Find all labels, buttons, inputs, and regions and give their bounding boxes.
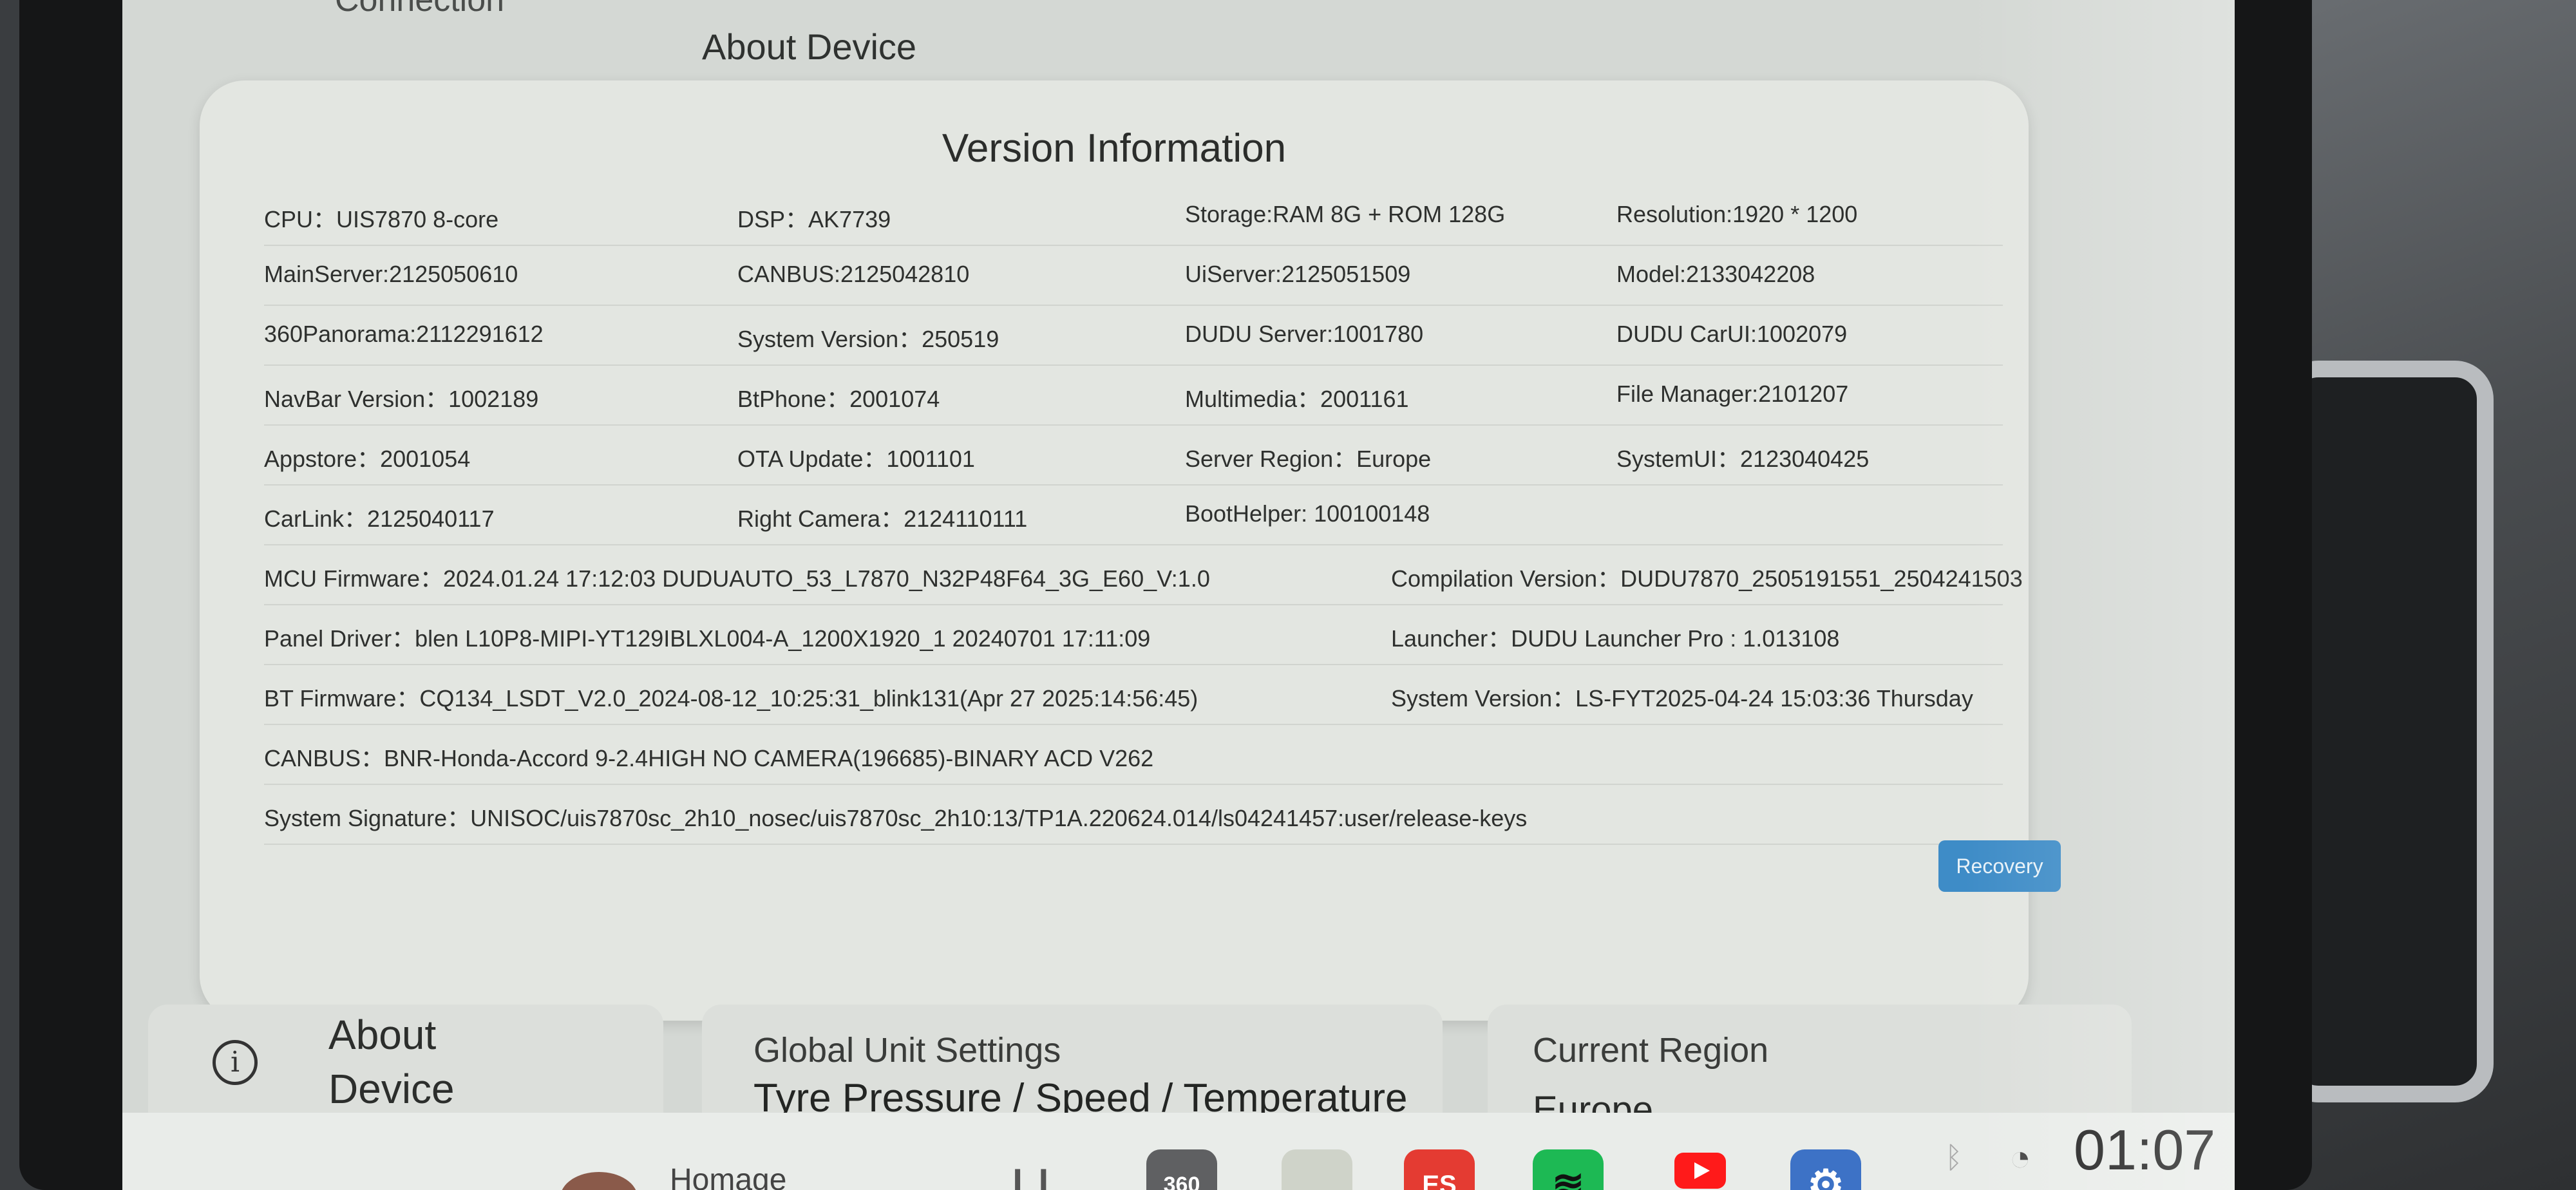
version-item: 360Panorama:2112291612 (264, 321, 544, 347)
head-unit-screen: Connection About Device Version Informat… (122, 0, 2235, 1190)
version-item: DUDU Server:1001780 (1185, 321, 1424, 347)
version-information-panel: Version Information CPU：UIS7870 8-core DS… (200, 80, 2061, 1021)
version-item: Appstore：2001054 (264, 446, 471, 472)
version-item: CANBUS:2125042810 (737, 261, 970, 287)
es-app-icon[interactable]: ES (1404, 1149, 1475, 1190)
version-row: MainServer:2125050610 CANBUS:2125042810 Ui… (264, 247, 2003, 306)
version-row: CPU：UIS7870 8-core DSP：AK7739 Storage:RAM … (264, 187, 2003, 246)
homage-label[interactable]: Homage (670, 1162, 786, 1190)
version-item: System Version：LS-FYT2025-04-24 15:03:36… (1391, 685, 1973, 712)
version-item: Right Camera：2124110111 (737, 505, 1028, 532)
version-item: DSP：AK7739 (737, 206, 891, 232)
version-item: UiServer:2125051509 (1185, 261, 1411, 287)
version-item: DUDU CarUI:1002079 (1616, 321, 1848, 347)
version-item: System Signature：UNISOC/uis7870sc_2h10_n… (264, 805, 1528, 831)
version-row: NavBar Version：1002189 BtPhone：2001074 Mul… (264, 366, 2003, 426)
version-item: Model:2133042208 (1616, 261, 1815, 287)
version-item: NavBar Version：1002189 (264, 386, 539, 412)
version-row-wide: CANBUS：BNR-Honda-Accord 9-2.4HIGH NO CAM… (264, 726, 2003, 785)
version-item: Launcher：DUDU Launcher Pro : 1.013108 (1391, 625, 1840, 652)
version-item: Resolution:1920 * 1200 (1616, 201, 1858, 227)
version-item: BtPhone：2001074 (737, 386, 940, 412)
version-item: SystemUI：2123040425 (1616, 446, 1870, 472)
spotify-app-icon[interactable]: ≋ (1533, 1149, 1604, 1190)
version-item: Panel Driver：blen L10P8-MIPI-YT129IBLXL0… (264, 625, 1151, 652)
version-item: CPU：UIS7870 8-core (264, 206, 499, 232)
version-row: CarLink：2125040117 Right Camera：212411011… (264, 486, 2003, 545)
version-item: File Manager:2101207 (1616, 381, 1849, 407)
version-item: CANBUS：BNR-Honda-Accord 9-2.4HIGH NO CAM… (264, 745, 1154, 771)
version-item: BT Firmware：CQ134_LSDT_V2.0_2024-08-12_1… (264, 685, 1198, 712)
region-title: Current Region (1533, 1031, 1769, 1070)
bluetooth-icon[interactable]: ᛒ (1945, 1140, 1963, 1175)
version-item: Multimedia：2001161 (1185, 386, 1409, 412)
version-item: Storage:RAM 8G + ROM 128G (1185, 201, 1506, 227)
version-row-wide: MCU Firmware：2024.01.24 17:12:03 DUDUAUT… (264, 546, 2023, 605)
360-app-icon[interactable]: 360 (1146, 1149, 1217, 1190)
version-item: CarLink：2125040117 (264, 505, 495, 532)
youtube-app-icon[interactable] (1674, 1153, 1726, 1189)
version-item: BootHelper: 100100148 (1185, 500, 1430, 527)
version-row-wide: BT Firmware：CQ134_LSDT_V2.0_2024-08-12_1… (264, 666, 2003, 725)
version-row: Appstore：2001054 OTA Update：1001101 Server… (264, 426, 2003, 486)
status-clock: 01:07 (2074, 1118, 2216, 1182)
info-icon: i (213, 1040, 258, 1085)
files-app-icon[interactable] (1282, 1149, 1352, 1190)
about-device-label: About Device (328, 1012, 455, 1112)
version-row: 360Panorama:2112291612 System Version：250… (264, 307, 2003, 366)
wifi-icon[interactable]: ◔ (2009, 1137, 2031, 1178)
units-title: Global Unit Settings (753, 1031, 1061, 1070)
version-row-wide: Panel Driver：blen L10P8-MIPI-YT129IBLXL0… (264, 606, 2003, 665)
equalizer-icon[interactable]: ❙❙ (1005, 1164, 1056, 1190)
version-item: Compilation Version：DUDU7870_2505191551_… (1391, 565, 2023, 592)
version-row-wide: System Signature：UNISOC/uis7870sc_2h10_n… (264, 786, 2003, 845)
panel-title: Version Information (942, 126, 1287, 171)
version-item: MCU Firmware：2024.01.24 17:12:03 DUDUAUT… (264, 565, 1210, 592)
settings-app-icon[interactable]: ⚙ (1790, 1149, 1861, 1190)
version-item: OTA Update：1001101 (737, 446, 975, 472)
connection-label[interactable]: Connection (335, 0, 504, 19)
version-item: System Version：250519 (737, 326, 999, 352)
recovery-button[interactable]: Recovery (1938, 840, 2061, 892)
version-item: Server Region：Europe (1185, 446, 1432, 472)
version-item: MainServer:2125050610 (264, 261, 518, 287)
page-title: About Device (702, 26, 917, 67)
